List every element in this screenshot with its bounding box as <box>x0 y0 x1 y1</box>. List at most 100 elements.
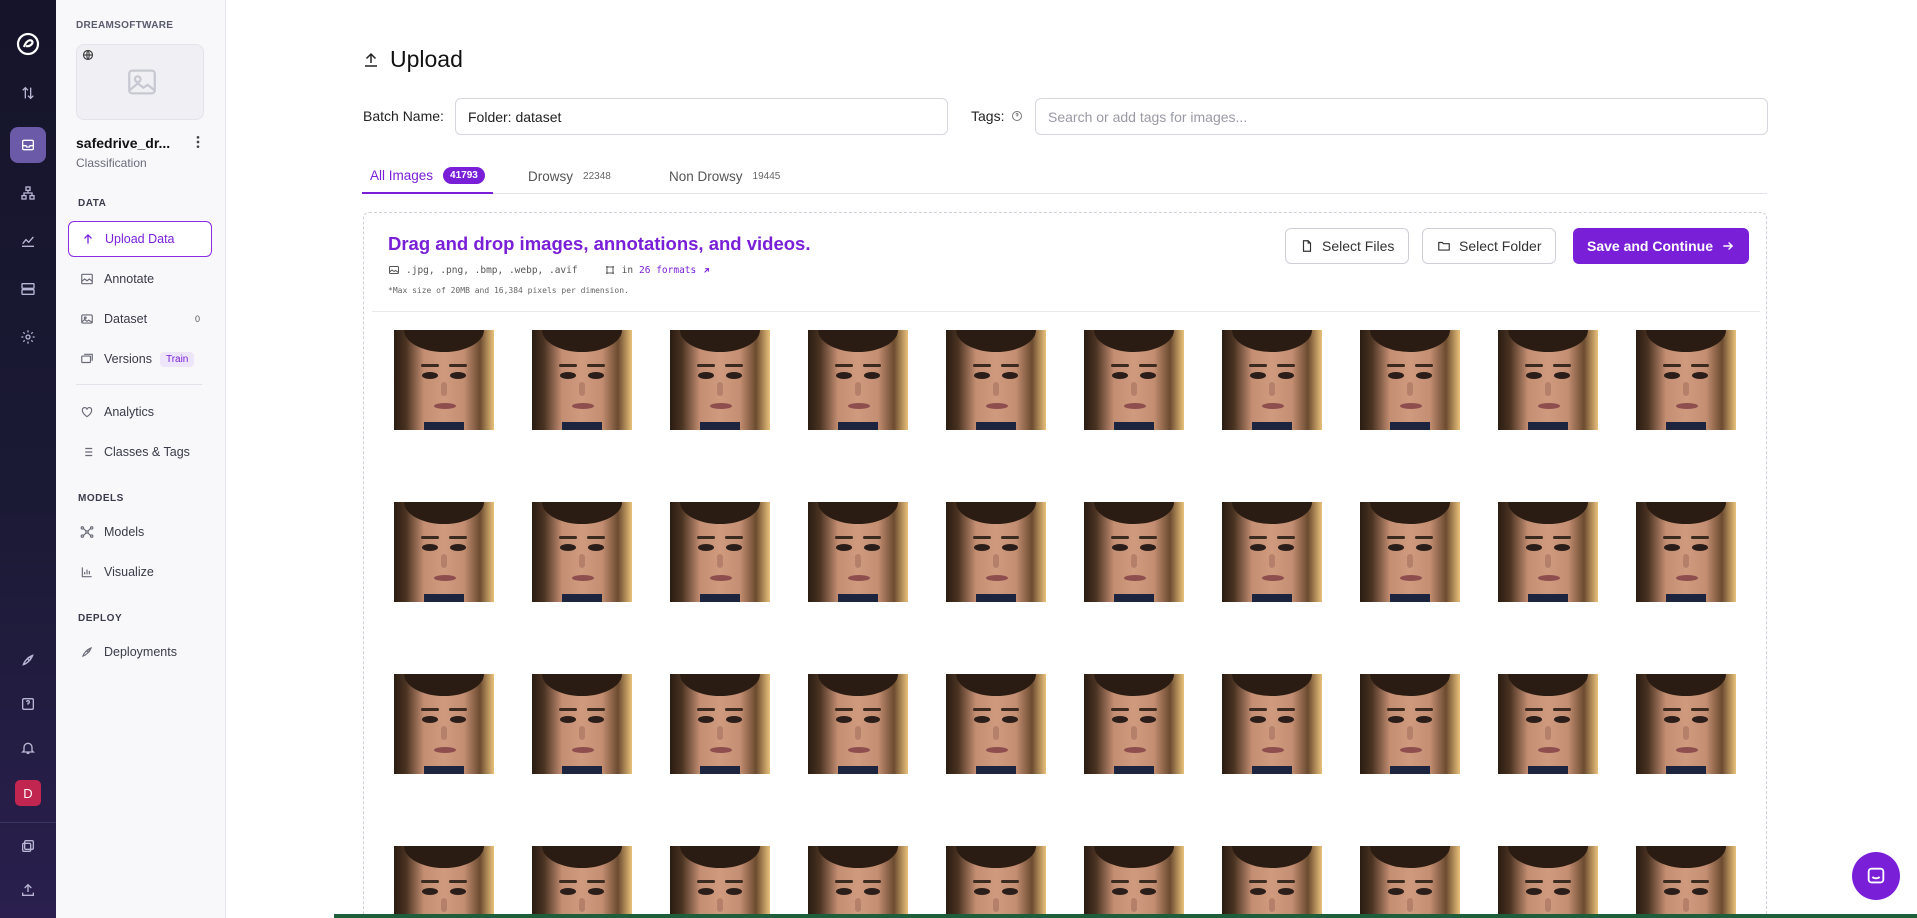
external-link-icon[interactable] <box>702 266 711 275</box>
help-circle-icon[interactable] <box>1011 110 1023 122</box>
tab-non-drowsy[interactable]: Non Drowsy 19445 <box>669 158 780 194</box>
image-thumbnail[interactable] <box>394 330 494 430</box>
model-icon <box>80 526 94 538</box>
tab-count: 41793 <box>443 166 485 184</box>
upload-dropzone[interactable]: Drag and drop images, annotations, and v… <box>363 212 1767 918</box>
image-thumbnail[interactable] <box>1498 502 1598 602</box>
storage-icon[interactable] <box>10 271 46 307</box>
image-thumbnail[interactable] <box>1498 846 1598 918</box>
image-thumbnail[interactable] <box>1222 674 1322 774</box>
image-thumbnail[interactable] <box>1360 502 1460 602</box>
sidebar-item-annotate[interactable]: Annotate <box>68 261 212 297</box>
settings-gear-icon[interactable] <box>10 319 46 355</box>
image-thumbnail[interactable] <box>670 502 770 602</box>
image-thumbnail[interactable] <box>532 846 632 918</box>
sidebar-item-dataset[interactable]: Dataset 0 <box>68 301 212 337</box>
annotate-icon <box>81 273 93 285</box>
tab-all-images[interactable]: All Images 41793 <box>362 158 493 194</box>
heart-icon <box>81 407 93 418</box>
image-thumbnail[interactable] <box>532 502 632 602</box>
image-thumbnail[interactable] <box>1084 674 1184 774</box>
batch-name-input[interactable]: Folder: dataset <box>455 98 948 135</box>
project-name[interactable]: safedrive_dr... <box>76 135 170 151</box>
tab-count: 22348 <box>583 170 611 182</box>
workspaces-icon[interactable] <box>10 828 46 864</box>
image-thumbnail[interactable] <box>532 330 632 430</box>
tags-search-input[interactable]: Search or add tags for images... <box>1035 98 1768 135</box>
image-thumbnail[interactable] <box>946 674 1046 774</box>
image-thumbnail[interactable] <box>1084 502 1184 602</box>
sidebar-item-models[interactable]: Models <box>68 514 212 550</box>
image-thumbnail[interactable] <box>670 330 770 430</box>
user-avatar[interactable]: D <box>15 780 41 806</box>
roboflow-logo-icon[interactable] <box>10 26 46 62</box>
select-files-label: Select Files <box>1322 238 1395 254</box>
formats-link[interactable]: 26 formats <box>639 265 696 276</box>
tags-label-wrap: Tags: <box>971 108 1023 124</box>
image-thumbnail[interactable] <box>808 502 908 602</box>
image-thumbnail[interactable] <box>1360 674 1460 774</box>
sidebar-item-analytics[interactable]: Analytics <box>68 394 212 430</box>
image-thumbnail[interactable] <box>1636 674 1736 774</box>
notifications-bell-icon[interactable] <box>10 730 46 766</box>
sidebar-item-deployments[interactable]: Deployments <box>68 634 212 670</box>
rail-divider <box>0 822 56 823</box>
sidebar-item-label: Analytics <box>104 405 155 419</box>
monitoring-icon[interactable] <box>10 223 46 259</box>
select-files-button[interactable]: Select Files <box>1285 228 1410 264</box>
image-thumbnail[interactable] <box>670 674 770 774</box>
image-placeholder-icon <box>128 69 156 95</box>
image-thumbnail[interactable] <box>1636 330 1736 430</box>
select-folder-button[interactable]: Select Folder <box>1422 228 1557 264</box>
image-thumbnail[interactable] <box>1636 846 1736 918</box>
image-thumbnail[interactable] <box>1084 330 1184 430</box>
arrow-up-icon <box>84 234 92 244</box>
image-thumbnail[interactable] <box>1498 330 1598 430</box>
image-thumbnail[interactable] <box>394 674 494 774</box>
help-docs-icon[interactable] <box>10 686 46 722</box>
tab-drowsy[interactable]: Drowsy 22348 <box>528 158 611 194</box>
folder-icon <box>1438 241 1450 251</box>
sidebar-item-label: Classes & Tags <box>104 445 190 459</box>
workflow-icon[interactable] <box>10 175 46 211</box>
project-thumbnail[interactable] <box>76 44 204 120</box>
sidebar-item-label: Upload Data <box>105 232 175 246</box>
sort-icon[interactable] <box>10 75 46 111</box>
workspace-name[interactable]: DREAMSOFTWARE <box>76 20 173 31</box>
bottom-status-strip <box>334 914 1917 918</box>
tags-label: Tags: <box>971 108 1005 124</box>
image-thumbnail[interactable] <box>808 846 908 918</box>
image-thumbnail[interactable] <box>1222 502 1322 602</box>
sidebar-item-classes-tags[interactable]: Classes & Tags <box>68 434 212 470</box>
image-thumbnail[interactable] <box>394 846 494 918</box>
sidebar-item-versions[interactable]: Versions Train <box>68 341 212 377</box>
projects-inbox-icon[interactable] <box>10 127 46 163</box>
sidebar-item-visualize[interactable]: Visualize <box>68 554 212 590</box>
sidebar-item-upload-data[interactable]: Upload Data <box>68 221 212 257</box>
image-thumbnail[interactable] <box>394 502 494 602</box>
select-folder-label: Select Folder <box>1459 238 1542 254</box>
image-thumbnail[interactable] <box>532 674 632 774</box>
more-options-icon[interactable] <box>190 134 206 150</box>
chat-support-button[interactable] <box>1852 852 1900 900</box>
rocket-launch-icon[interactable] <box>10 642 46 678</box>
image-thumbnail[interactable] <box>670 846 770 918</box>
image-thumbnail[interactable] <box>1222 330 1322 430</box>
upload-icon[interactable] <box>10 872 46 908</box>
save-continue-button[interactable]: Save and Continue <box>1573 228 1750 264</box>
app-root: D DREAMSOFTWARE safedrive_dr... Classifi… <box>0 0 1917 918</box>
sidebar-item-label: Annotate <box>104 272 155 286</box>
image-thumbnail[interactable] <box>946 502 1046 602</box>
chat-icon <box>1867 867 1885 884</box>
image-thumbnail[interactable] <box>1360 846 1460 918</box>
image-thumbnail[interactable] <box>1360 330 1460 430</box>
image-thumbnail[interactable] <box>1222 846 1322 918</box>
image-thumbnail[interactable] <box>808 674 908 774</box>
image-thumbnail[interactable] <box>808 330 908 430</box>
image-thumbnail[interactable] <box>1084 846 1184 918</box>
image-thumbnail[interactable] <box>946 846 1046 918</box>
image-thumbnail[interactable] <box>946 330 1046 430</box>
image-thumbnail[interactable] <box>1498 674 1598 774</box>
image-thumbnail[interactable] <box>1636 502 1736 602</box>
train-badge[interactable]: Train <box>159 351 195 367</box>
